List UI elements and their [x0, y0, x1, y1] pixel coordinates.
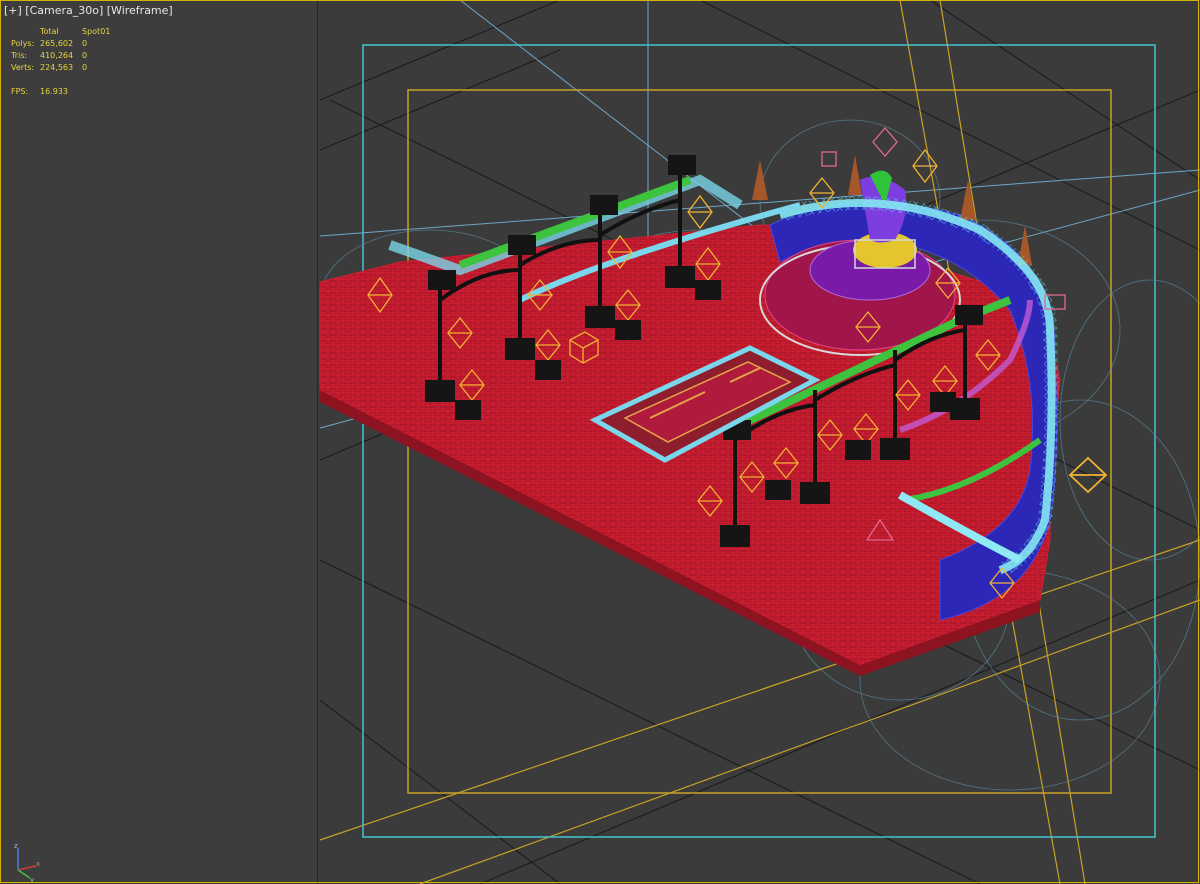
viewport-label[interactable]: [+] [Camera_30o] [Wireframe]: [4, 4, 173, 17]
stats-total: 265,602: [40, 39, 74, 48]
stats-label: Tris:: [11, 51, 28, 60]
fps-label: FPS:: [11, 87, 29, 96]
svg-text:z: z: [14, 842, 18, 850]
camera-viewport[interactable]: [+] [Camera_30o] [Wireframe] Total Spot0…: [0, 0, 1200, 884]
stats-total: 224,563: [40, 63, 74, 72]
stats-row-verts: Verts: 224,563 0: [11, 62, 122, 74]
svg-text:x: x: [36, 860, 40, 868]
stats-spot: 0: [82, 39, 88, 48]
stats-label: Verts:: [11, 63, 35, 72]
stats-header-spot: Spot01: [82, 27, 111, 36]
stats-total: 410,264: [40, 51, 74, 60]
stats-header-row: Total Spot01: [11, 26, 122, 38]
stats-row-polys: Polys: 265,602 0: [11, 38, 122, 50]
stats-header-total: Total: [40, 27, 59, 36]
left-panel: [0, 0, 318, 884]
stats-spot: 0: [82, 63, 88, 72]
stats-label: Polys:: [11, 39, 35, 48]
stats-row-tris: Tris: 410,264 0: [11, 50, 122, 62]
fps-value: 16.933: [40, 87, 68, 96]
axis-tripod-icon: z x y: [14, 842, 40, 882]
statistics-overlay: Total Spot01 Polys: 265,602 0 Tris: 410,…: [11, 26, 122, 98]
stats-spot: 0: [82, 51, 88, 60]
stats-row-fps: FPS: 16.933: [11, 86, 122, 98]
svg-text:y: y: [30, 876, 34, 882]
